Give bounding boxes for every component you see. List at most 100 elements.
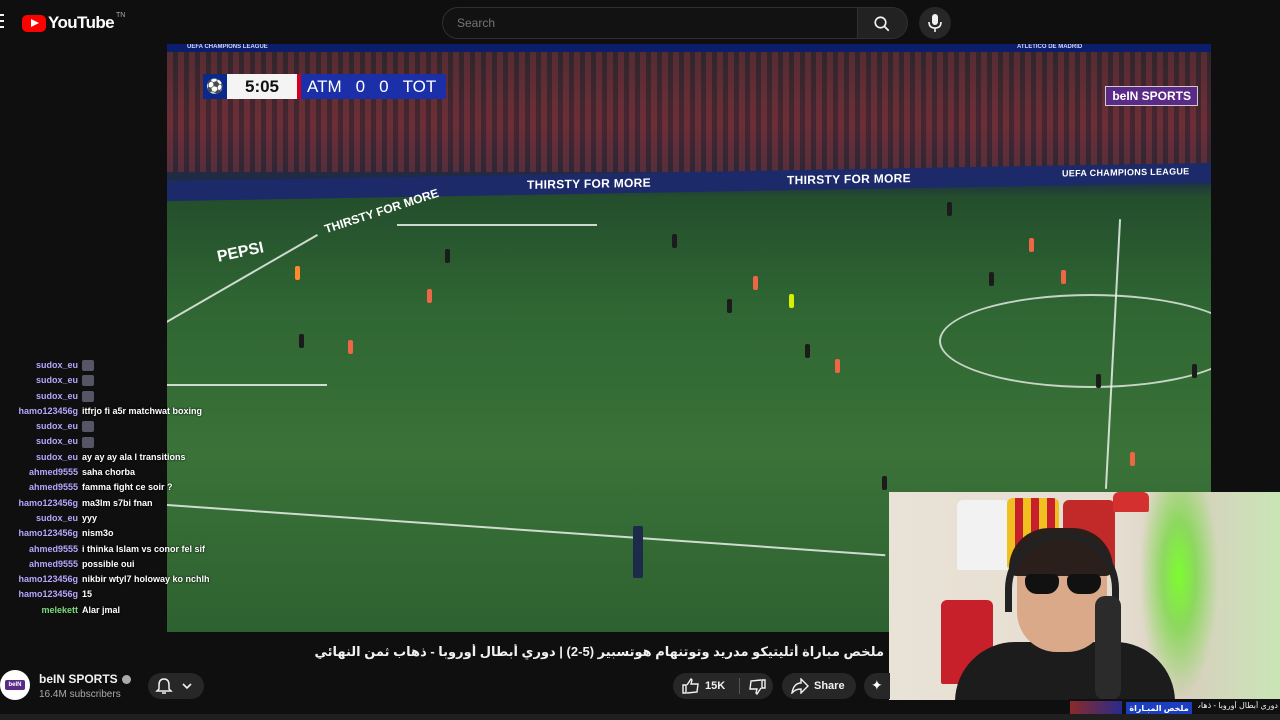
touch-line <box>167 504 886 557</box>
search-input[interactable] <box>455 15 849 31</box>
player <box>947 202 952 216</box>
ucl-ball-icon: ⚽ <box>203 74 227 99</box>
share-icon <box>791 678 809 694</box>
microphone <box>1095 596 1121 700</box>
chat-message: sudox_eu <box>0 372 212 387</box>
broadcaster-logo: beIN SPORTS <box>1105 86 1198 106</box>
coach <box>633 526 643 578</box>
chat-username[interactable]: ahmed9555 <box>29 544 78 554</box>
chat-username[interactable]: sudox_eu <box>36 436 78 446</box>
banner-right-text: ATLETICO DE MADRID <box>1017 44 1083 50</box>
chat-username[interactable]: ahmed9555 <box>29 467 78 477</box>
avatar-logo: beIN <box>5 680 25 690</box>
chat-message: sudox_eu <box>0 418 212 433</box>
chat-message: sudox_eu <box>0 388 212 403</box>
chat-message: ahmed9555 i thinka Islam vs conor fel sif <box>0 541 212 556</box>
banner-text: دوري أبطال أوروبا - ذهاب ثمن النهائي <box>1198 701 1278 710</box>
thumbs-up-icon <box>682 678 699 694</box>
chat-message: ahmed9555 famma fight ce soir ? <box>0 479 212 494</box>
chat-username[interactable]: hamo123456g <box>18 589 78 599</box>
home-score: 0 <box>355 76 366 96</box>
chat-username[interactable]: ahmed9555 <box>29 559 78 569</box>
ucl-banner: UEFA CHAMPIONS LEAGUE ATLETICO DE MADRID <box>167 44 1211 52</box>
center-circle <box>939 294 1211 388</box>
dislike-button[interactable] <box>740 673 773 699</box>
emote-icon <box>82 360 94 372</box>
chat-username[interactable]: hamo123456g <box>18 528 78 538</box>
like-button[interactable]: 15K <box>673 673 737 699</box>
chat-username[interactable]: sudox_eu <box>36 513 78 523</box>
player <box>835 359 840 373</box>
chat-text: yyy <box>82 512 98 523</box>
ask-button[interactable]: ✦ <box>864 673 890 699</box>
chat-text: itfrjo fi a5r matchwat boxing <box>82 405 203 416</box>
chat-text <box>82 421 94 433</box>
player <box>445 249 450 263</box>
chevron-down-icon <box>182 683 192 690</box>
thumbs-down-icon <box>749 679 766 695</box>
chat-username[interactable]: melekett <box>41 605 78 615</box>
wall-jersey <box>957 500 1009 570</box>
player <box>805 344 810 358</box>
chat-username[interactable]: ahmed9555 <box>29 482 78 492</box>
player <box>672 234 677 248</box>
stadium-crowd <box>167 52 1211 172</box>
chat-username[interactable]: sudox_eu <box>36 421 78 431</box>
mic-icon <box>928 14 942 32</box>
chat-text: possible oui <box>82 558 135 569</box>
player <box>1029 238 1034 252</box>
chat-message: hamo123456g itfrjo fi a5r matchwat boxing <box>0 403 212 418</box>
webcam-overlay <box>889 492 1280 700</box>
board-text: UEFA CHAMPIONS LEAGUE <box>1062 166 1190 179</box>
player <box>348 340 353 354</box>
chat-text: nikbir wtyl7 holoway ko nchlh <box>82 574 210 585</box>
chat-text: Alar jmal <box>82 604 121 615</box>
referee <box>789 294 794 308</box>
youtube-logo[interactable]: YouTube TN <box>22 11 126 33</box>
chat-message: ahmed9555 possible oui <box>0 556 212 571</box>
share-button[interactable]: Share <box>782 673 856 699</box>
channel-avatar[interactable]: beIN <box>0 670 30 700</box>
logo-text: YouTube <box>48 13 115 32</box>
youtube-play-icon <box>22 14 46 32</box>
chat-text: i thinka Islam vs conor fel sif <box>82 543 206 554</box>
away-score: 0 <box>379 76 389 96</box>
voice-search-button[interactable] <box>919 7 951 39</box>
board-text: THIRSTY FOR MORE <box>527 175 651 192</box>
subscriber-count: 16.4M subscribers <box>39 689 121 700</box>
bell-icon <box>155 678 173 694</box>
chat-message: melekett Alar jmal <box>0 602 212 617</box>
chat-message: hamo123456g nism3o <box>0 525 212 540</box>
menu-icon[interactable] <box>0 14 4 30</box>
chat-text: famma fight ce soir ? <box>82 482 173 493</box>
chat-text <box>82 390 94 402</box>
logo-region: TN <box>116 11 126 19</box>
notification-bell-button[interactable] <box>148 673 204 699</box>
chat-message: ahmed9555 saha chorba <box>0 464 212 479</box>
banner-left-text: UEFA CHAMPIONS LEAGUE <box>187 44 268 50</box>
emote-icon <box>82 390 94 402</box>
player <box>1192 364 1197 378</box>
chat-username[interactable]: sudox_eu <box>36 360 78 370</box>
player <box>989 272 994 286</box>
player <box>1096 374 1101 388</box>
player <box>727 299 732 313</box>
bottom-bar <box>0 714 1280 720</box>
chat-username[interactable]: sudox_eu <box>36 391 78 401</box>
chat-message: sudox_eu yyy <box>0 510 212 525</box>
chat-username[interactable]: hamo123456g <box>18 498 78 508</box>
chat-message: sudox_eu <box>0 357 212 372</box>
chat-username[interactable]: sudox_eu <box>36 452 78 462</box>
chat-username[interactable]: hamo123456g <box>18 574 78 584</box>
channel-name[interactable]: beIN SPORTS <box>39 672 131 686</box>
chat-username[interactable]: sudox_eu <box>36 375 78 385</box>
search-button[interactable] <box>858 7 908 39</box>
chat-username[interactable]: hamo123456g <box>18 406 78 416</box>
emote-icon <box>82 375 94 387</box>
player <box>427 289 432 303</box>
chat-text <box>82 375 94 387</box>
chat-text <box>82 436 94 448</box>
score-panel: ATM 0 0 TOT <box>297 74 447 99</box>
chat-text: ay ay ay ala l transitions <box>82 451 186 462</box>
chat-message: hamo123456g nikbir wtyl7 holoway ko nchlh <box>0 571 212 586</box>
